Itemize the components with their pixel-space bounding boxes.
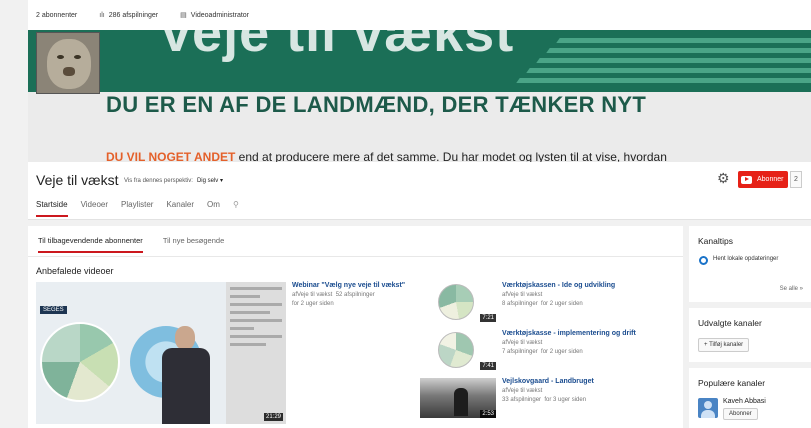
tab-videoer[interactable]: Videoer [81,200,108,217]
video-item[interactable]: 2:53 Vejlskovgaard - Landbruget afVeje t… [420,378,680,418]
video-channel[interactable]: afVeje til vækst [502,292,542,298]
tab-startside[interactable]: Startside [36,200,68,217]
featured-channels-panel: Udvalgte kanaler + Tilføj kanaler [689,308,811,362]
featured-duration: 21:29 [263,413,283,421]
featured-channels-title: Udvalgte kanaler [698,318,762,328]
channel-tips-title: Kanaltips [698,236,733,246]
view-count: ılı 286 afspilninger [99,12,158,19]
slide-logo: SEGES [40,306,67,314]
main-content: Til tilbagevendende abonnenter Til nye b… [28,226,683,428]
avatar[interactable] [698,398,718,418]
channel-avatar-lion[interactable] [36,32,100,94]
featured-video-views: 52 afspilninger [335,292,375,298]
video-age: for 2 uger siden [541,300,583,307]
featured-video-title[interactable]: Webinar "Vælg nye veje til vækst" [292,282,432,289]
channel-tips-panel: Kanaltips Hent lokale opdateringer Se al… [689,226,811,302]
tip-label[interactable]: Hent lokale opdateringer [713,256,793,263]
tab-playlister[interactable]: Playlister [121,200,153,217]
video-manager-link[interactable]: ▤ Videoadministrator [180,11,250,20]
youtube-play-icon [741,175,752,184]
channel-tabs: Startside Videoer Playlister Kanaler Om … [36,200,239,217]
banner-green-band: Veje til vækst [28,30,811,92]
popular-channels-panel: Populære kanaler Kaveh Abbasi Abonner [689,368,811,428]
subscribe-button[interactable]: Abonner [738,171,789,188]
video-views: 33 afspilninger [502,396,542,403]
tip-radio-icon[interactable] [699,256,708,265]
video-views: 7 afspilninger [502,348,538,355]
perspective-selector[interactable]: Vis fra dennes perspektiv: Dig selv ▾ [124,177,223,184]
video-manager-label: Videoadministrator [190,11,250,19]
popular-channels-title: Populære kanaler [698,378,766,388]
see-all-link[interactable]: Se alle » [780,286,803,292]
video-age: for 2 uger siden [541,348,583,355]
add-channels-button[interactable]: + Tilføj kanaler [698,338,750,352]
channel-stats-bar: 2 abonnenter ılı 286 afspilninger ▤ Vide… [28,0,811,30]
tab-kanaler[interactable]: Kanaler [166,200,194,217]
search-icon[interactable]: ⚲ [233,200,239,217]
video-thumbnail[interactable]: 7:21 [420,282,496,322]
perspective-label: Vis fra dennes perspektiv: [124,178,193,184]
gear-icon[interactable]: ⚙ [717,170,730,187]
tab-returning-subscribers[interactable]: Til tilbagevendende abonnenter [38,236,143,253]
banner-big-text: Veje til vækst [158,30,515,63]
banner-subline: DU VIL NOGET ANDET end at producere mere… [106,150,667,162]
video-age: for 3 uger siden [544,396,587,403]
bar-chart-icon: ılı [99,11,105,19]
video-channel[interactable]: afVeje til vækst [502,388,542,394]
featured-video-player[interactable]: SEGES 21:29 [36,282,286,424]
side-screen [226,282,286,424]
section-title: Anbefalede videoer [36,266,114,276]
video-manager-icon: ▤ [180,12,187,19]
featured-video-channel[interactable]: afVeje til vækst [292,292,332,298]
subscribe-label: Abonner [757,176,784,183]
youtube-channel-page: 2 abonnenter ılı 286 afspilninger ▤ Vide… [0,0,811,428]
channel-header: Veje til vækst Vis fra dennes perspektiv… [28,162,811,220]
banner-subline-rest: end at producere mere af det samme. Du h… [235,150,667,162]
channel-banner: Veje til vækst DU ER EN AF DE LANDMÆND, … [28,30,811,162]
view-count-label: 286 afspilninger [108,11,159,19]
video-duration: 7:41 [480,362,496,370]
video-thumbnail[interactable]: 7:41 [420,330,496,370]
video-title[interactable]: Vejlskovgaard - Landbruget [502,378,682,385]
tab-new-visitors[interactable]: Til nye besøgende [163,236,224,253]
video-title[interactable]: Værktøjskasse - implementering og drift [502,330,682,337]
banner-headline: DU ER EN AF DE LANDMÆND, DER TÆNKER NYT [106,92,647,117]
tab-om[interactable]: Om [207,200,220,217]
video-channel[interactable]: afVeje til vækst [502,340,542,346]
video-item[interactable]: 7:41 Værktøjskasse - implementering og d… [420,330,680,370]
featured-video-info: Webinar "Vælg nye veje til vækst" afVeje… [292,282,432,308]
video-thumbnail[interactable]: 2:53 [420,378,496,418]
video-item[interactable]: 7:21 Værktøjskassen - Ide og udvikling a… [420,282,680,322]
slide-wheel-diagram [40,322,120,402]
subscribe-count: 2 [790,171,802,188]
video-title[interactable]: Værktøjskassen - Ide og udvikling [502,282,682,289]
featured-video-age: for 2 uger siden [292,300,334,307]
video-duration: 2:53 [480,410,496,418]
popular-channel-name[interactable]: Kaveh Abbasi [723,398,766,405]
audience-tabs: Til tilbagevendende abonnenter Til nye b… [38,236,224,253]
channel-title[interactable]: Veje til vækst [36,172,118,188]
video-duration: 7:21 [480,314,496,322]
divider [28,256,683,257]
subscriber-count: 2 abonnenter [36,11,78,19]
presenter-figure [162,326,212,424]
video-views: 8 afspilninger [502,300,538,307]
perspective-value[interactable]: Dig selv ▾ [197,178,223,184]
banner-subline-accent: DU VIL NOGET ANDET [106,150,236,162]
popular-subscribe-button[interactable]: Abonner [723,408,758,420]
